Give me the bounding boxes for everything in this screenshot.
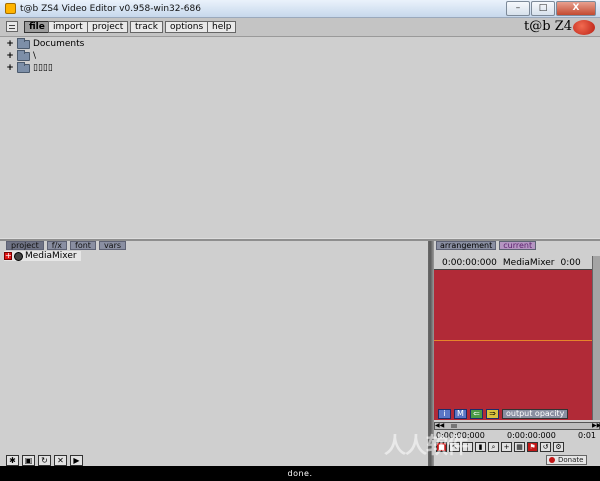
arrangement-tabs: arrangement current — [436, 241, 537, 250]
menu-track[interactable]: track — [130, 21, 163, 33]
track-canvas[interactable] — [434, 270, 592, 420]
zoom-in-icon[interactable]: + — [501, 442, 512, 452]
opacity-curve[interactable] — [434, 340, 592, 341]
watermark-text: 人人软件 — [384, 434, 469, 459]
app-icon — [5, 3, 16, 14]
vertical-scrollbar[interactable] — [592, 256, 600, 420]
window-controls: – □ X — [506, 1, 596, 16]
tab-vars[interactable]: vars — [98, 241, 127, 250]
folder-icon — [17, 61, 30, 73]
track-header: 0:00:00:000 MediaMixer 0:00 — [434, 256, 592, 270]
marker-icon[interactable]: ▮ — [475, 442, 486, 452]
folder-icon — [17, 49, 30, 61]
bottom-toolbar: ✱ ▣ ↻ ✕ ▶ — [6, 455, 83, 466]
tree-item-documents[interactable]: + Documents — [6, 37, 85, 50]
arrow-right-icon[interactable]: ⇒ — [486, 409, 499, 419]
window-title: t@b ZS4 Video Editor v0.958-win32-686 — [20, 3, 201, 14]
arrow-left-icon[interactable]: ⇐ — [470, 409, 483, 419]
bulb-icon[interactable]: ✱ — [6, 455, 19, 466]
donate-button[interactable]: Donate — [546, 455, 588, 465]
play-icon[interactable]: ▶ — [70, 455, 83, 466]
zoom-icon[interactable]: ⌕ — [488, 442, 499, 452]
menu-help[interactable]: help — [207, 21, 237, 33]
menu-bar: file import project track options help t… — [0, 18, 600, 37]
tab-fx[interactable]: f/x — [46, 241, 68, 250]
minimize-button[interactable]: – — [506, 1, 530, 16]
project-panel: project f/x font vars + MediaMixer — [0, 241, 428, 466]
timecode-current: 0:00:00:000 — [507, 431, 556, 440]
refresh-icon[interactable]: ↻ — [38, 455, 51, 466]
menu-grip-icon[interactable] — [6, 21, 18, 32]
status-bar: done. — [0, 466, 600, 481]
mixer-icon — [14, 251, 23, 261]
output-opacity-button[interactable]: output opacity — [502, 409, 569, 419]
tab-current[interactable]: current — [499, 241, 537, 250]
project-tabs: project f/x font vars — [6, 241, 127, 250]
tree-item-root[interactable]: + \ — [6, 49, 37, 62]
title-bar: t@b ZS4 Video Editor v0.958-win32-686 – … — [0, 0, 600, 18]
maximize-button[interactable]: □ — [531, 1, 555, 16]
info-button[interactable]: i — [438, 409, 451, 419]
tree-item-label: Documents — [33, 39, 85, 49]
scroll-right-icon[interactable]: ▶▶ — [592, 423, 600, 429]
list-item-label: MediaMixer — [25, 251, 77, 261]
tree-item-label: ▯▯▯▯ — [33, 63, 53, 73]
expand-icon[interactable]: + — [4, 252, 12, 260]
new-item-icon[interactable]: ▣ — [22, 455, 35, 466]
app-logo: t@b Z4 — [524, 19, 572, 34]
curve-button[interactable]: M — [454, 409, 467, 419]
flag-icon[interactable]: ⚑ — [527, 442, 538, 452]
timeline-start: 0:00:00:000 — [442, 257, 497, 268]
expand-icon[interactable]: + — [6, 64, 14, 73]
settings-icon[interactable]: ⚙ — [553, 442, 564, 452]
tab-project[interactable]: project — [6, 241, 44, 250]
tree-item-label: \ — [33, 51, 37, 61]
tomato-logo-icon — [573, 20, 595, 35]
track-name: MediaMixer — [502, 257, 555, 268]
timeline-end: 0:00 — [560, 257, 581, 268]
parameter-toolbar: i M ⇐ ⇒ output opacity — [438, 409, 569, 419]
grid-icon[interactable]: ▦ — [514, 442, 525, 452]
list-item-mediamixer[interactable]: + MediaMixer — [4, 251, 81, 261]
close-button[interactable]: X — [556, 1, 596, 16]
expand-icon[interactable]: + — [6, 52, 14, 61]
menu-import[interactable]: import — [48, 21, 88, 33]
folder-icon — [17, 37, 30, 49]
menu-options[interactable]: options — [165, 21, 209, 33]
expand-icon[interactable]: + — [6, 40, 14, 49]
loop-icon[interactable]: ↺ — [540, 442, 551, 452]
tab-font[interactable]: font — [70, 241, 96, 250]
delete-icon[interactable]: ✕ — [54, 455, 67, 466]
menu-file[interactable]: file — [24, 21, 50, 33]
timecode-end: 0:01 — [578, 431, 596, 440]
tab-arrangement[interactable]: arrangement — [436, 241, 497, 250]
file-browser: + Documents + \ + ▯▯▯▯ — [0, 37, 600, 238]
menu-project[interactable]: project — [87, 21, 129, 33]
tree-item-drive[interactable]: + ▯▯▯▯ — [6, 61, 53, 74]
